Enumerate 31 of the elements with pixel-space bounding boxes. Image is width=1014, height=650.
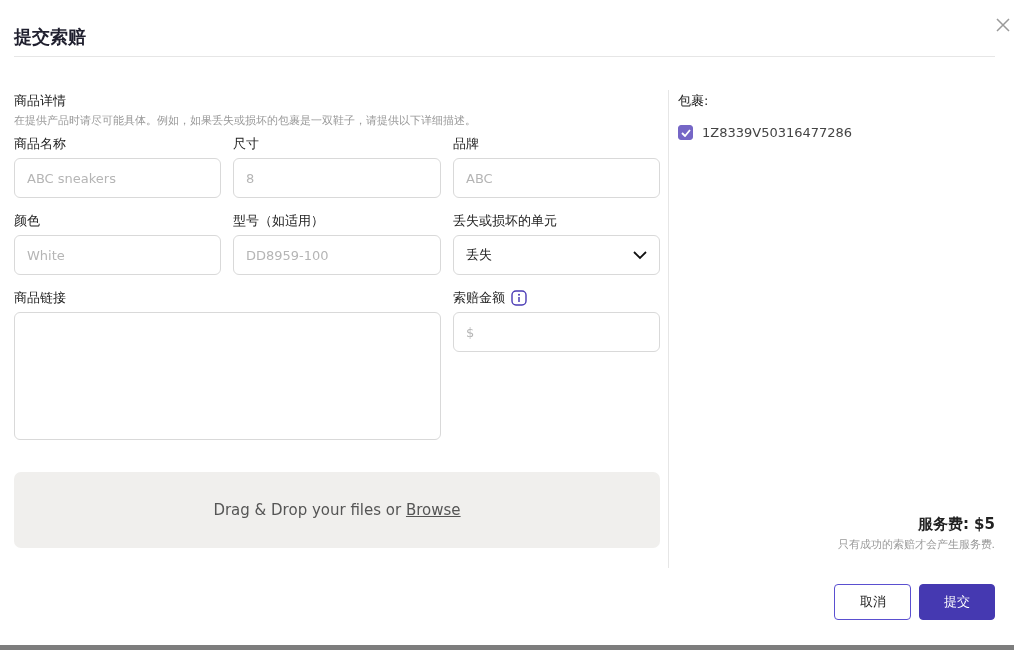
packages-label: 包裹: (678, 92, 710, 110)
field-label: 丢失或损坏的单元 (453, 212, 557, 230)
tracking-number: 1Z8339V50316477286 (702, 125, 853, 140)
field-label: 颜色 (14, 212, 40, 230)
input-field[interactable]: ABC (453, 158, 660, 198)
submit-button[interactable]: 提交 (919, 584, 995, 620)
field-label: 尺寸 (233, 135, 259, 153)
fee-note: 只有成功的索赔才会产生服务费. (836, 537, 995, 552)
section-heading: 商品详情 (14, 92, 67, 110)
section-hint: 在提供产品时请尽可能具体。例如，如果丢失或损坏的包裹是一双鞋子，请提供以下详细描述。 (14, 113, 477, 128)
field-label: 商品名称 (14, 135, 66, 153)
field-label: 商品链接 (14, 289, 66, 307)
info-icon[interactable] (511, 290, 527, 306)
input-field[interactable]: White (14, 235, 221, 275)
dialog-title: 提交索赔 (14, 25, 86, 49)
browse-link[interactable]: Browse (405, 501, 461, 519)
field-label: 索赔金额 (453, 289, 505, 307)
input-field[interactable]: ABC sneakers (14, 158, 221, 198)
input-field[interactable]: DD8959-100 (233, 235, 441, 275)
chevron-down-icon (633, 250, 647, 260)
cancel-button[interactable]: 取消 (834, 584, 911, 620)
input-field[interactable]: $ (453, 312, 660, 352)
checkbox[interactable] (678, 125, 693, 140)
file-drop-zone[interactable]: Drag & Drop your files or Browse (14, 472, 660, 548)
field-label: 型号（如适用） (233, 212, 324, 230)
close-icon[interactable] (996, 18, 1010, 32)
input-field[interactable]: 8 (233, 158, 441, 198)
field-label: 品牌 (453, 135, 479, 153)
dropdown-field[interactable]: 丢失 (453, 235, 660, 275)
drop-instructions: Drag & Drop your files or Browse (213, 501, 461, 519)
service-fee: 服务费: $5 (916, 515, 995, 534)
